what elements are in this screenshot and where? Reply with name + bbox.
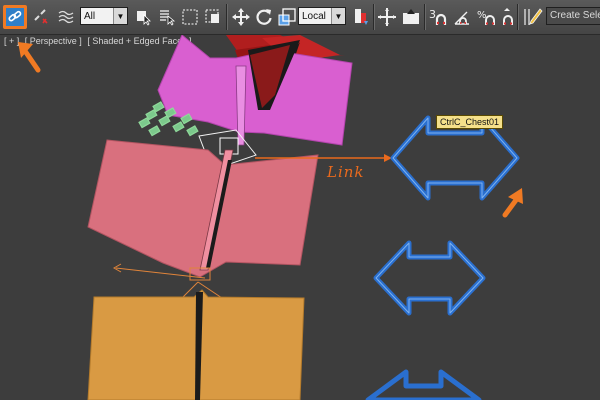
select-by-name-button[interactable] — [155, 5, 179, 29]
select-object-button[interactable] — [132, 5, 156, 29]
select-and-manipulate-icon — [378, 8, 396, 26]
percent-snap-button[interactable]: % — [475, 5, 499, 29]
ctrl-pelvis-control[interactable] — [365, 369, 482, 400]
named-selection-set-field[interactable]: Create Selection Se — [546, 7, 600, 25]
pointer-arrow-control — [502, 188, 523, 218]
unlink-selection-icon — [34, 9, 48, 24]
object-name-tooltip: CtrlC_Chest01 — [436, 115, 504, 129]
select-by-name-icon — [160, 10, 176, 26]
pointer-arrow-toolbar — [18, 42, 41, 73]
reference-coord-system-value: Local — [302, 10, 326, 22]
edit-named-selection-sets-button[interactable] — [521, 5, 545, 29]
unlink-selection-button[interactable] — [29, 5, 53, 29]
selection-filter-dropdown[interactable]: All ▼ — [80, 7, 128, 25]
window-crossing-button[interactable] — [201, 5, 225, 29]
main-toolbar: All ▼ Local ▼ 3 % Create Sel — [0, 0, 600, 35]
scene-canvas — [18, 35, 523, 400]
snaps-toggle-icon: 3 — [429, 8, 447, 25]
select-and-link-icon — [8, 10, 22, 22]
percent-snap-icon: % — [477, 10, 495, 25]
toolbar-separator — [373, 4, 374, 30]
bind-to-space-warp-button[interactable] — [54, 5, 78, 29]
keyboard-shortcut-override-button[interactable] — [399, 5, 423, 29]
edit-named-selection-sets-icon — [524, 8, 543, 25]
pink-spine-mesh[interactable] — [87, 139, 319, 278]
keyboard-shortcut-override-icon — [403, 9, 419, 24]
select-and-scale-icon — [278, 8, 296, 26]
use-pivot-center-button[interactable] — [349, 5, 373, 29]
rectangular-selection-icon — [182, 9, 198, 25]
ctrl-spine-control[interactable] — [373, 240, 486, 316]
selection-filter-value: All — [84, 10, 96, 22]
toolbar-separator — [226, 4, 227, 30]
select-and-link-button[interactable] — [3, 5, 27, 29]
select-and-move-icon — [232, 8, 250, 26]
select-and-rotate-icon — [256, 9, 272, 25]
select-and-move-button[interactable] — [229, 5, 253, 29]
select-object-icon — [137, 11, 151, 26]
snap-3-label: 3 — [429, 8, 436, 21]
toolbar-separator — [424, 4, 425, 30]
bind-to-space-warp-icon — [58, 10, 74, 24]
angle-snap-icon — [454, 11, 469, 25]
orange-pelvis-mesh[interactable] — [87, 289, 305, 400]
select-and-rotate-button[interactable] — [252, 5, 276, 29]
reference-coord-system-dropdown[interactable]: Local ▼ — [298, 7, 346, 25]
select-and-scale-button[interactable] — [275, 5, 299, 29]
toolbar-separator — [517, 4, 518, 30]
rectangular-selection-button[interactable] — [178, 5, 202, 29]
use-pivot-center-icon — [355, 9, 368, 25]
spinner-snap-icon — [503, 8, 513, 25]
link-annotation: Link — [327, 163, 365, 181]
snaps-toggle-button[interactable]: 3 — [427, 5, 451, 29]
select-and-manipulate-button[interactable] — [375, 5, 399, 29]
dropdown-arrow-icon: ▼ — [331, 8, 345, 24]
angle-snap-button[interactable] — [451, 5, 475, 29]
ctrl-chest-control[interactable] — [390, 115, 520, 201]
window-crossing-icon — [205, 9, 219, 23]
dropdown-arrow-icon: ▼ — [113, 8, 127, 24]
perspective-viewport[interactable]: [ + ] [ Perspective ] [ Shaded + Edged F… — [0, 35, 600, 400]
